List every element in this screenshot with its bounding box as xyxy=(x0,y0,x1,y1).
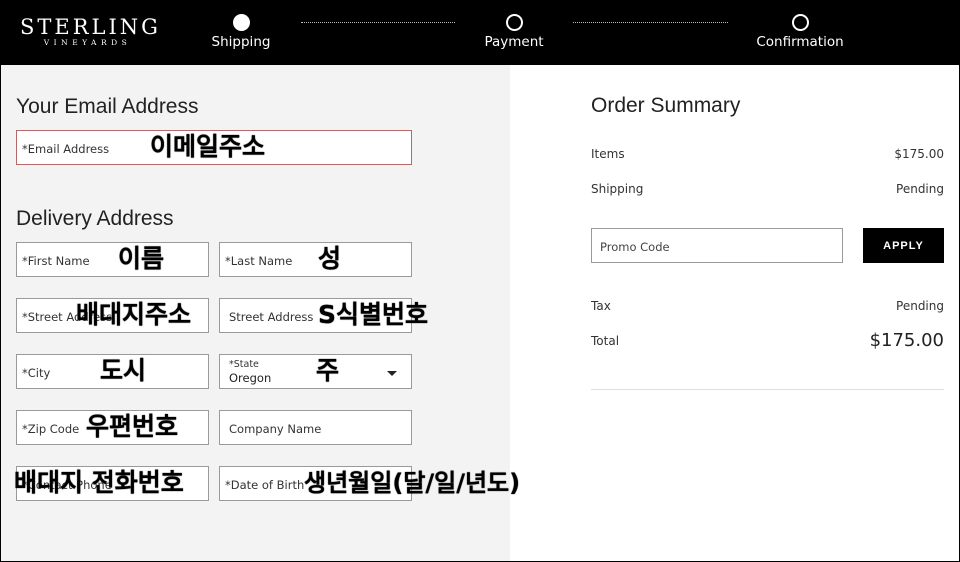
email-section-title: Your Email Address xyxy=(16,95,199,118)
contact-phone-annotation: 배대지 전화번호 xyxy=(14,468,184,497)
total-label: Total xyxy=(591,334,620,348)
promo-code-input[interactable]: Promo Code xyxy=(591,228,843,263)
shipping-value: Pending xyxy=(896,182,944,196)
checkout-header: STERLING VINEYARDS Shipping Payment Conf… xyxy=(0,0,960,65)
step-shipping-label: Shipping xyxy=(211,34,271,50)
step-confirmation[interactable]: Confirmation xyxy=(740,14,860,50)
shipping-label: Shipping xyxy=(591,182,644,196)
step-payment-label: Payment xyxy=(484,34,544,50)
promo-code-placeholder: Promo Code xyxy=(600,240,670,254)
email-annotation: 이메일주소 xyxy=(150,132,266,161)
last-name-field[interactable]: *Last Name xyxy=(219,242,412,277)
last-name-placeholder: *Last Name xyxy=(225,254,293,268)
step-payment-dot-icon xyxy=(505,14,523,31)
date-of-birth-placeholder: *Date of Birth xyxy=(225,478,305,492)
chevron-down-icon xyxy=(387,371,397,376)
zip-code-placeholder: *Zip Code xyxy=(22,422,80,436)
items-value: $175.00 xyxy=(894,147,944,161)
apply-promo-button[interactable]: APPLY xyxy=(863,228,944,263)
first-name-placeholder: *First Name xyxy=(22,254,90,268)
step-confirmation-dot-icon xyxy=(791,14,809,31)
step-connector-2 xyxy=(573,22,728,23)
first-name-annotation: 이름 xyxy=(118,244,165,273)
email-placeholder: *Email Address xyxy=(22,142,110,156)
company-name-field[interactable]: Company Name xyxy=(219,410,412,445)
step-connector-1 xyxy=(301,22,455,23)
city-annotation: 도시 xyxy=(100,356,147,385)
delivery-section-title: Delivery Address xyxy=(16,207,174,230)
tax-value: Pending xyxy=(896,299,944,313)
state-label: *State xyxy=(229,359,259,370)
step-shipping[interactable]: Shipping xyxy=(181,14,301,50)
summary-divider xyxy=(591,389,944,390)
street-address-2-placeholder: Street Address xyxy=(229,310,314,324)
state-value: Oregon xyxy=(229,371,272,385)
zip-code-annotation: 우편번호 xyxy=(86,412,179,441)
city-placeholder: *City xyxy=(22,366,51,380)
step-shipping-dot-icon xyxy=(232,14,250,31)
sterling-logo[interactable]: STERLING VINEYARDS xyxy=(20,15,161,48)
logo-line1: STERLING xyxy=(20,15,161,39)
step-payment[interactable]: Payment xyxy=(454,14,574,50)
step-confirmation-label: Confirmation xyxy=(756,34,844,50)
street-address-2-annotation: S식별번호 xyxy=(318,300,429,329)
street-address-annotation: 배대지주소 xyxy=(76,300,192,329)
order-summary-title: Order Summary xyxy=(591,94,741,117)
items-label: Items xyxy=(591,147,625,161)
logo-line2: VINEYARDS xyxy=(43,38,132,47)
date-of-birth-annotation: 생년월일(달/일/년도) xyxy=(304,469,521,497)
tax-label: Tax xyxy=(591,299,611,313)
last-name-annotation: 성 xyxy=(318,244,342,273)
first-name-field[interactable]: *First Name xyxy=(16,242,209,277)
company-name-placeholder: Company Name xyxy=(229,422,322,436)
total-value: $175.00 xyxy=(869,330,944,351)
state-annotation: 주 xyxy=(316,356,340,385)
